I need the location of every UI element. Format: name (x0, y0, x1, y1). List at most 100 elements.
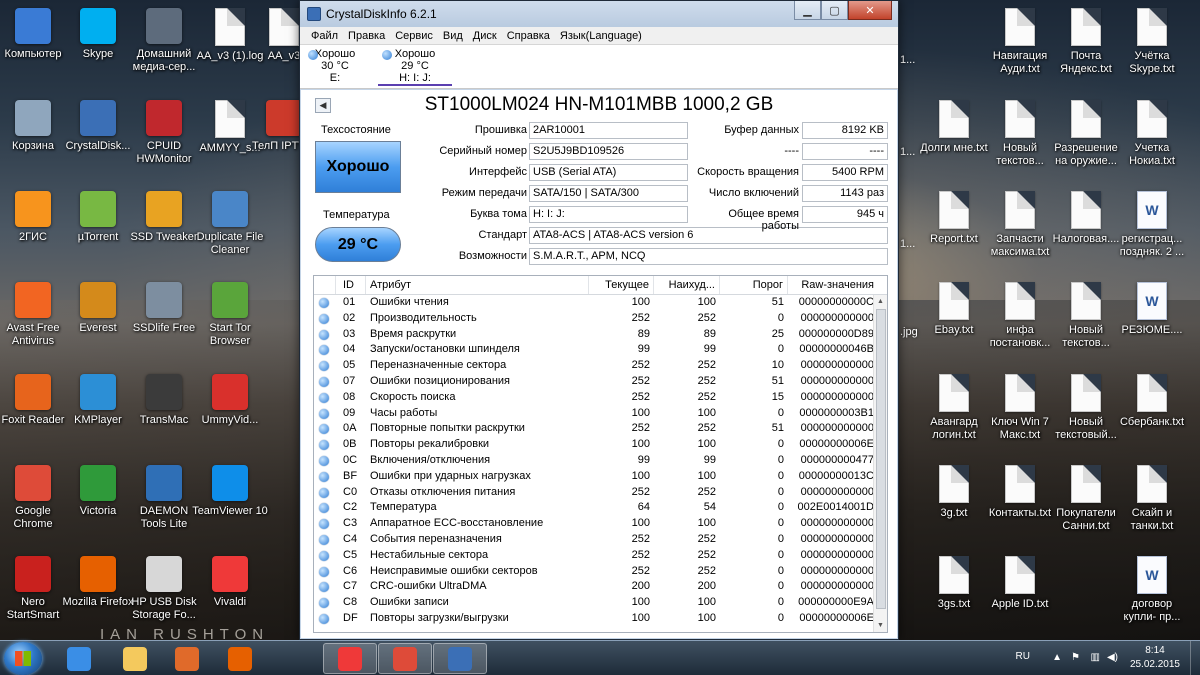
chrome-taskbar[interactable] (378, 643, 432, 674)
desktop-icon[interactable]: Mozilla Firefox (60, 552, 136, 634)
drive-tab-e[interactable]: Хорошо 30 °C E: (304, 48, 366, 84)
table-row[interactable]: 0B Повторы рекалибровки 100 100 0 00000000006… (314, 437, 887, 453)
desktop-icon[interactable]: TransMac (126, 370, 202, 452)
table-row[interactable]: C3 Аппаратное ECC-восстановление 100 100 0 00… (314, 516, 887, 532)
clock[interactable]: 8:14 25.02.2015 (1130, 644, 1180, 672)
desktop-icon[interactable]: CPUID HWMonitor (126, 96, 202, 178)
desktop-icon[interactable]: UmmyVid... (192, 370, 268, 452)
show-desktop-button[interactable] (1190, 641, 1200, 675)
desktop-icon[interactable]: Wрегистрац... поздняк. 2 ... (1114, 187, 1190, 269)
table-row[interactable]: 02 Производительность 252 252 0 000000000000 (314, 311, 887, 327)
desktop-icon[interactable]: Victoria (60, 461, 136, 543)
desktop-icon[interactable]: Ebay.txt (916, 278, 992, 360)
desktop-icon[interactable]: Покупатели Санни.txt (1048, 461, 1124, 543)
start-button[interactable] (4, 642, 42, 675)
desktop-icon[interactable]: Разрешение на оружие... (1048, 96, 1124, 178)
desktop-icon[interactable]: DAEMON Tools Lite (126, 461, 202, 543)
header-attribute[interactable]: Атрибут (366, 276, 589, 294)
volume-icon[interactable]: ◀) (1107, 652, 1118, 663)
menu-item[interactable]: Язык(Language) (555, 30, 647, 42)
minimize-button[interactable]: ▁ (794, 1, 821, 20)
table-row[interactable]: C0 Отказы отключения питания 252 252 0 000000… (314, 485, 887, 501)
desktop-icon[interactable]: Новый текстов... (982, 96, 1058, 178)
desktop-icon[interactable]: KMPlayer (60, 370, 136, 452)
menu-item[interactable]: Диск (468, 30, 502, 42)
table-row[interactable]: 03 Время раскрутки 89 89 25 000000000D89 (314, 327, 887, 343)
table-row[interactable]: 05 Переназначенные сектора 252 252 10 0000000… (314, 358, 887, 374)
scroll-thumb[interactable] (876, 309, 886, 609)
desktop-icon[interactable]: Start Tor Browser (192, 278, 268, 360)
desktop-icon[interactable]: Ключ Win 7 Макс.txt (982, 370, 1058, 452)
network-icon[interactable]: ▥ (1091, 652, 1100, 663)
flag-icon[interactable]: ⚑ (1071, 652, 1080, 663)
drive-tab-hij[interactable]: Хорошо 29 °C H: I: J: (378, 48, 452, 86)
desktop-icon[interactable]: Учётка Skype.txt (1114, 4, 1190, 86)
table-row[interactable]: BF Ошибки при ударных нагрузках 100 100 0 000… (314, 469, 887, 485)
header-id[interactable]: ID (336, 276, 366, 294)
desktop-icon[interactable]: Скайп и танки.txt (1114, 461, 1190, 543)
language-indicator[interactable]: RU (1016, 651, 1030, 662)
desktop-icon[interactable]: µTorrent (60, 187, 136, 269)
desktop-icon[interactable]: Контакты.txt (982, 461, 1058, 543)
desktop-icon[interactable]: Новый текстовый... (1048, 370, 1124, 452)
desktop-icon[interactable]: Учетка Нокиа.txt (1114, 96, 1190, 178)
desktop-icon[interactable]: Долги мне.txt (916, 96, 992, 178)
table-row[interactable]: C2 Температура 64 54 0 002E0014001D (314, 500, 887, 516)
desktop-icon[interactable]: CrystalDisk... (60, 96, 136, 178)
ie-taskbar[interactable] (52, 643, 106, 674)
header-current[interactable]: Текущее (589, 276, 654, 294)
desktop-icon[interactable]: Почта Яндекс.txt (1048, 4, 1124, 86)
table-row[interactable]: C4 События переназначения 252 252 0 000000000… (314, 532, 887, 548)
desktop-icon[interactable]: Vivaldi (192, 552, 268, 634)
table-row[interactable]: C8 Ошибки записи 100 100 0 000000000E9A (314, 595, 887, 611)
scroll-up-icon[interactable]: ▲ (874, 295, 887, 308)
desktop-icon[interactable]: W РЕЗЮМЕ.... (1114, 278, 1190, 360)
header-raw[interactable]: Raw-значения (788, 276, 878, 294)
desktop-icon[interactable]: TeamViewer 10 (192, 461, 268, 543)
desktop-icon[interactable]: 3gs.txt (916, 552, 992, 634)
vivaldi-taskbar[interactable] (323, 643, 377, 674)
table-row[interactable]: 09 Часы работы 100 100 0 0000000003B1 (314, 406, 887, 422)
desktop-icon[interactable]: Skype (60, 4, 136, 86)
desktop-icon[interactable]: Новый текстов... (1048, 278, 1124, 360)
desktop-icon[interactable]: Авангард логин.txt (916, 370, 992, 452)
desktop-icon[interactable]: Apple ID.txt (982, 552, 1058, 634)
table-row[interactable]: DF Повторы загрузки/выгрузки 100 100 0 000000… (314, 611, 887, 627)
menu-item[interactable]: Файл (306, 30, 343, 42)
desktop-icon[interactable]: Сбербанк.txt (1114, 370, 1190, 452)
crystaldisk-taskbar[interactable] (433, 643, 487, 674)
desktop-icon[interactable]: SSD Tweaker (126, 187, 202, 269)
close-button[interactable]: ✕ (848, 1, 892, 20)
health-status-button[interactable]: Хорошо (315, 141, 401, 193)
firefox-taskbar[interactable] (213, 643, 267, 674)
desktop-icon[interactable]: Duplicate File Cleaner (192, 187, 268, 269)
scroll-down-icon[interactable]: ▼ (874, 619, 887, 632)
desktop-icon[interactable]: Запчасти максима.txt (982, 187, 1058, 269)
menu-item[interactable]: Справка (502, 30, 555, 42)
menu-item[interactable]: Правка (343, 30, 390, 42)
desktop-icon[interactable]: Налоговая.... (1048, 187, 1124, 269)
table-row[interactable]: C6 Неисправимые ошибки секторов 252 252 0 000… (314, 564, 887, 580)
desktop-icon[interactable]: Everest (60, 278, 136, 360)
header-worst[interactable]: Наихуд... (654, 276, 720, 294)
desktop-icon[interactable]: Report.txt (916, 187, 992, 269)
desktop-icon[interactable]: Wдоговор купли- пр... (1114, 552, 1190, 634)
explorer-taskbar[interactable] (108, 643, 162, 674)
table-row[interactable]: 04 Запуски/остановки шпинделя 99 99 0 0000000… (314, 342, 887, 358)
desktop-icon[interactable]: SSDlife Free (126, 278, 202, 360)
table-row[interactable]: C7 CRC-ошибки UltraDMA 200 200 0 000000000000 (314, 579, 887, 595)
table-row[interactable]: 08 Скорость поиска 252 252 15 000000000000 (314, 390, 887, 406)
title-bar[interactable]: CrystalDiskInfo 6.2.1 ▁ ▢ ✕ (300, 1, 898, 27)
desktop-icon[interactable]: инфа постановк... (982, 278, 1058, 360)
smart-scrollbar[interactable]: ▲ ▼ (873, 295, 887, 632)
menu-item[interactable]: Вид (438, 30, 468, 42)
table-row[interactable]: 01 Ошибки чтения 100 100 51 00000000000C (314, 295, 887, 311)
menu-item[interactable]: Сервис (390, 30, 438, 42)
tray-expand-icon[interactable]: ▲ (1052, 652, 1062, 663)
desktop-icon[interactable]: 3g.txt (916, 461, 992, 543)
desktop-icon[interactable]: Навигация Ауди.txt (982, 4, 1058, 86)
media-taskbar[interactable] (160, 643, 214, 674)
desktop-icon[interactable]: HP USB Disk Storage Fo... (126, 552, 202, 634)
desktop-icon[interactable]: Домашний медиа-сер... (126, 4, 202, 86)
maximize-button[interactable]: ▢ (821, 1, 848, 20)
